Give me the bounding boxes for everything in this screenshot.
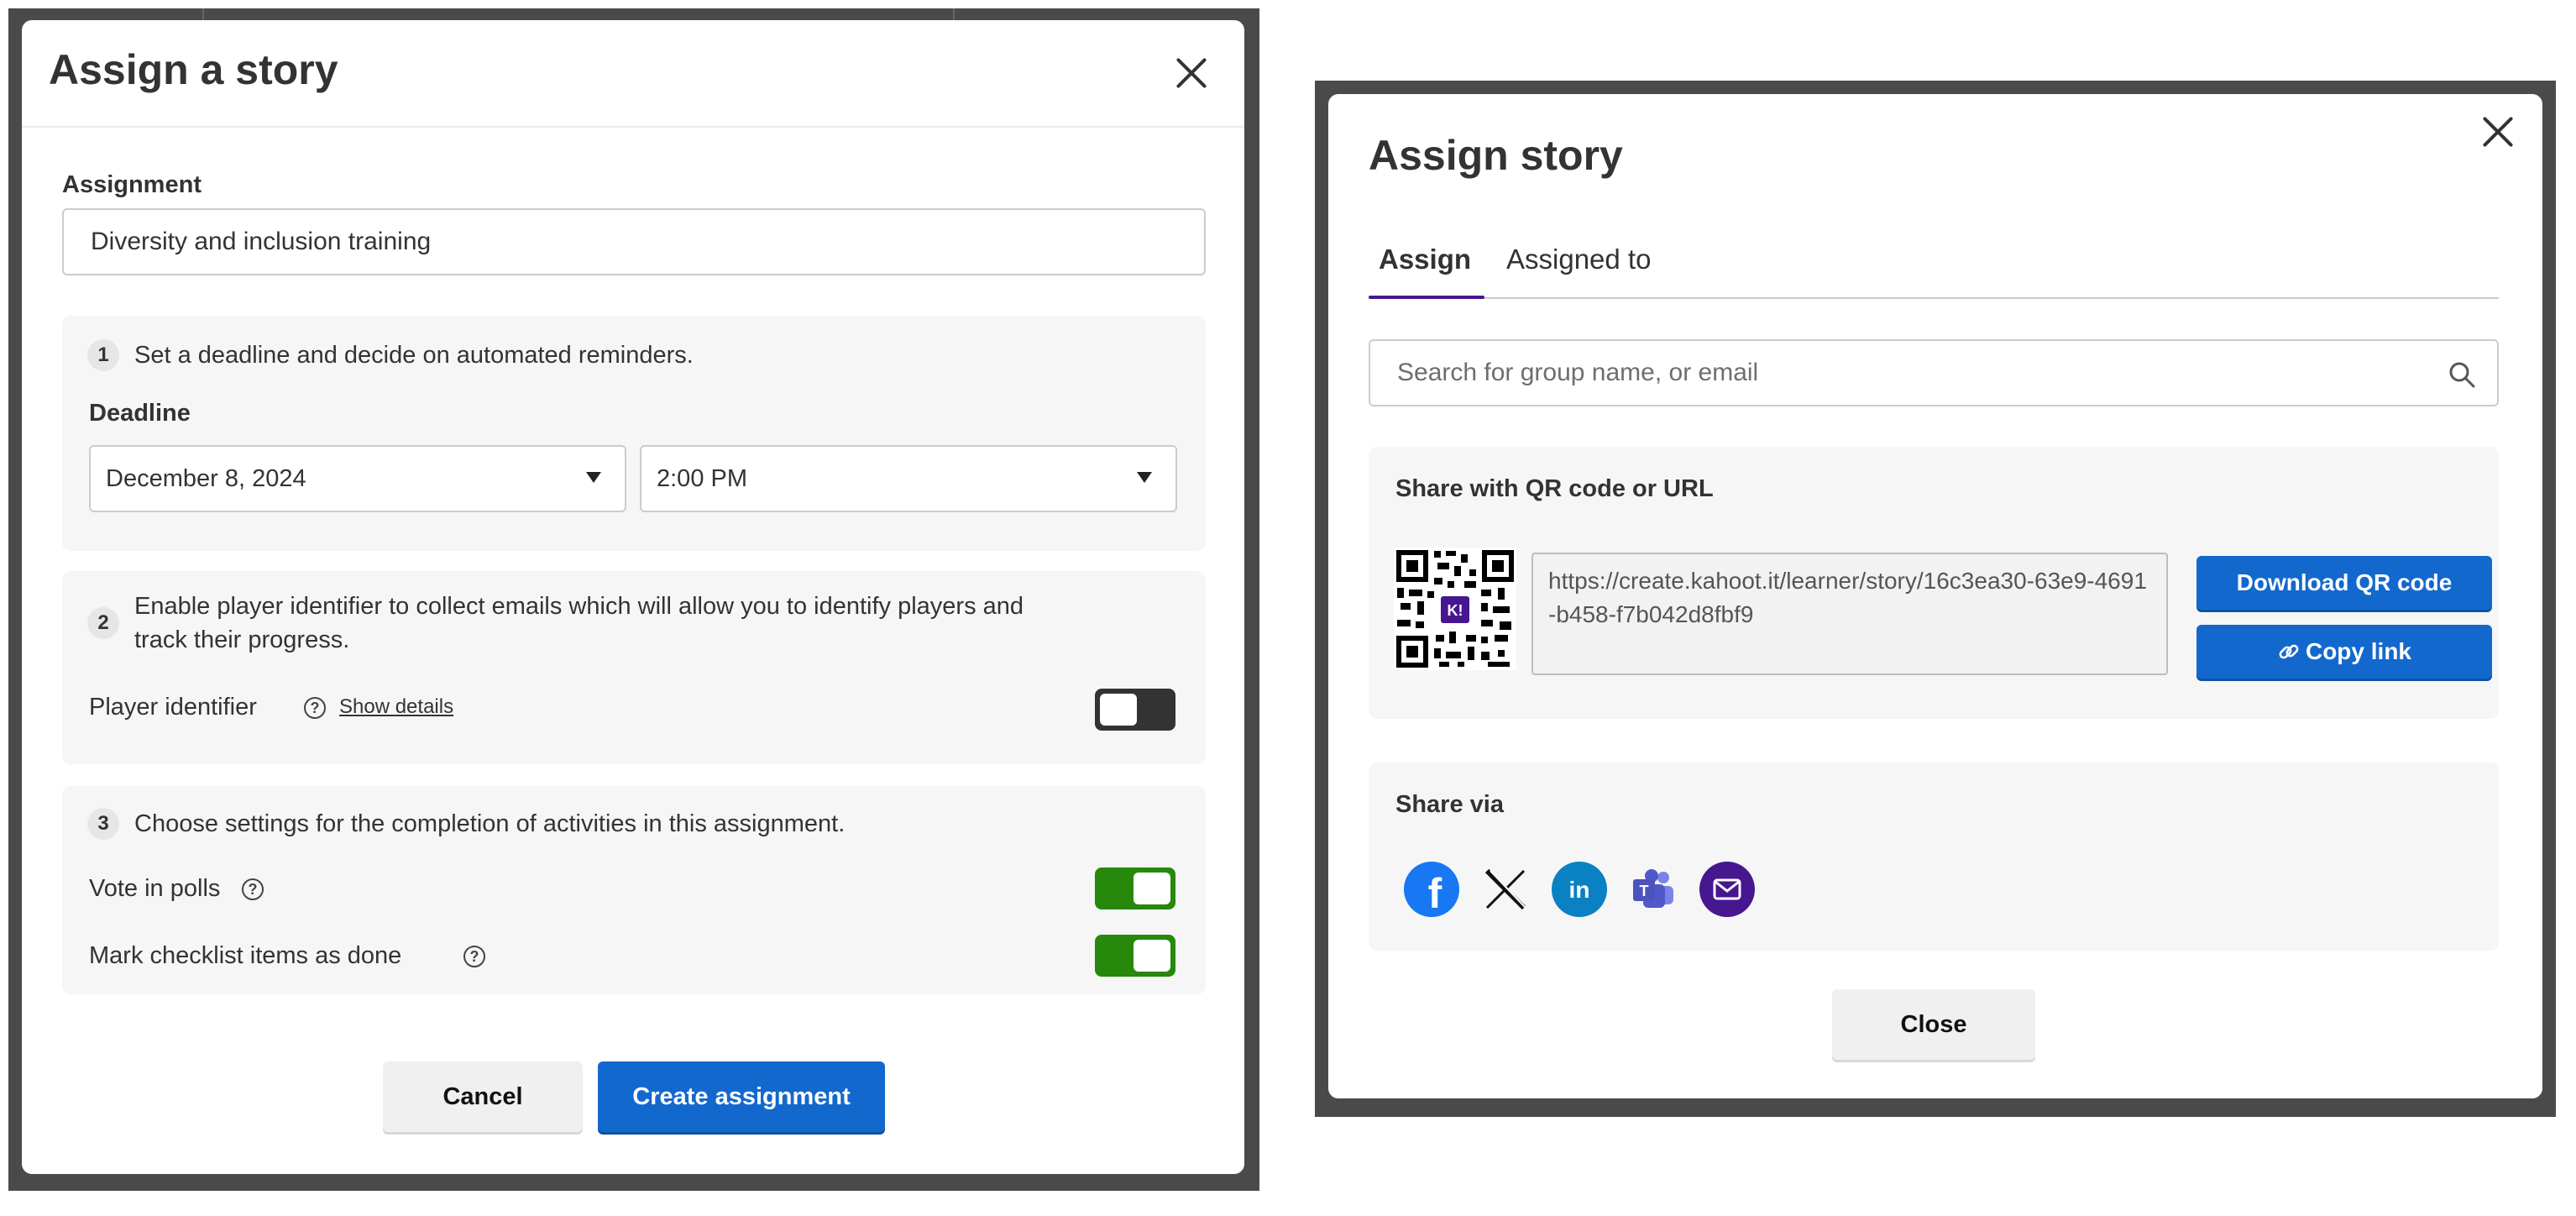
toggle-knob xyxy=(1134,940,1170,972)
deadline-panel: 1 Set a deadline and decide on automated… xyxy=(62,316,1206,551)
kahoot-logo: K! xyxy=(1448,602,1463,619)
assignment-name-input[interactable]: Diversity and inclusion training xyxy=(62,208,1206,275)
link-icon xyxy=(2279,644,2299,659)
close-icon[interactable] xyxy=(2479,113,2517,151)
chevron-down-icon xyxy=(1137,472,1152,483)
copy-link-button[interactable]: Copy link xyxy=(2196,625,2492,679)
teams-icon[interactable]: T xyxy=(1626,862,1681,917)
time-value: 2:00 PM xyxy=(657,464,747,492)
deadline-label: Deadline xyxy=(89,400,191,427)
linkedin-icon[interactable]: in xyxy=(1552,862,1607,917)
vote-in-polls-toggle[interactable] xyxy=(1095,867,1175,909)
email-icon[interactable] xyxy=(1699,862,1755,917)
mark-checklist-toggle[interactable] xyxy=(1095,935,1175,977)
step-number: 3 xyxy=(87,808,119,840)
facebook-icon[interactable]: f xyxy=(1404,862,1459,917)
download-qr-button[interactable]: Download QR code xyxy=(2196,556,2492,610)
toggle-knob xyxy=(1134,873,1170,904)
share-url-field[interactable]: https://create.kahoot.it/learner/story/1… xyxy=(1531,553,2168,675)
step-description: Choose settings for the completion of ac… xyxy=(134,810,846,837)
mark-checklist-label: Mark checklist items as done xyxy=(89,942,402,969)
chevron-down-icon xyxy=(586,472,601,483)
vote-in-polls-label: Vote in polls xyxy=(89,875,221,902)
cancel-button[interactable]: Cancel xyxy=(383,1061,583,1132)
deadline-date-select[interactable]: December 8, 2024 xyxy=(89,445,626,512)
search-placeholder: Search for group name, or email xyxy=(1397,359,1759,386)
svg-text:T: T xyxy=(1640,883,1649,899)
qr-code-image: K! xyxy=(1394,548,1516,670)
completion-settings-panel: 3 Choose settings for the completion of … xyxy=(62,786,1206,994)
create-assignment-button[interactable]: Create assignment xyxy=(598,1061,885,1132)
share-via-panel: Share via f in T xyxy=(1369,763,2499,951)
share-story-modal: Assign story Assign Assigned to Search f… xyxy=(1328,94,2542,1098)
assignment-label: Assignment xyxy=(62,171,202,198)
svg-text:in: in xyxy=(1569,877,1590,903)
deadline-time-select[interactable]: 2:00 PM xyxy=(640,445,1177,512)
search-input[interactable]: Search for group name, or email xyxy=(1369,339,2499,406)
x-icon[interactable] xyxy=(1478,862,1533,917)
modal-title: Assign a story xyxy=(49,46,338,93)
qr-section-title: Share with QR code or URL xyxy=(1395,475,1714,502)
help-icon[interactable]: ? xyxy=(463,946,485,967)
active-tab-indicator xyxy=(1369,296,1484,299)
help-icon[interactable]: ? xyxy=(242,878,264,900)
modal-title: Assign story xyxy=(1369,132,1623,179)
svg-text:f: f xyxy=(1428,870,1442,917)
step-number: 1 xyxy=(87,339,119,371)
date-value: December 8, 2024 xyxy=(106,464,306,492)
player-identifier-label: Player identifier xyxy=(89,694,257,721)
tabs-divider xyxy=(1369,297,2499,299)
help-icon[interactable]: ? xyxy=(304,697,326,719)
header-divider xyxy=(22,126,1244,128)
qr-share-panel: Share with QR code or URL K! https://cre… xyxy=(1369,447,2499,719)
player-identifier-panel: 2 Enable player identifier to collect em… xyxy=(62,571,1206,764)
close-button[interactable]: Close xyxy=(1832,989,2035,1060)
tab-assigned-to[interactable]: Assigned to xyxy=(1506,244,1651,275)
step-description: Set a deadline and decide on automated r… xyxy=(134,342,694,369)
assign-story-modal: Assign a story Assignment Diversity and … xyxy=(22,20,1244,1174)
show-details-link[interactable]: Show details xyxy=(339,695,453,719)
player-identifier-toggle[interactable] xyxy=(1095,689,1175,731)
close-icon[interactable] xyxy=(1172,54,1211,92)
search-icon[interactable] xyxy=(2448,361,2475,388)
step-number: 2 xyxy=(87,607,119,639)
share-via-title: Share via xyxy=(1395,791,1504,818)
step-description-line1: Enable player identifier to collect emai… xyxy=(134,593,1024,620)
copy-link-label: Copy link xyxy=(2305,638,2411,664)
toggle-knob xyxy=(1100,694,1137,726)
step-description-line2: track their progress. xyxy=(134,626,350,653)
tab-assign[interactable]: Assign xyxy=(1379,244,1471,275)
